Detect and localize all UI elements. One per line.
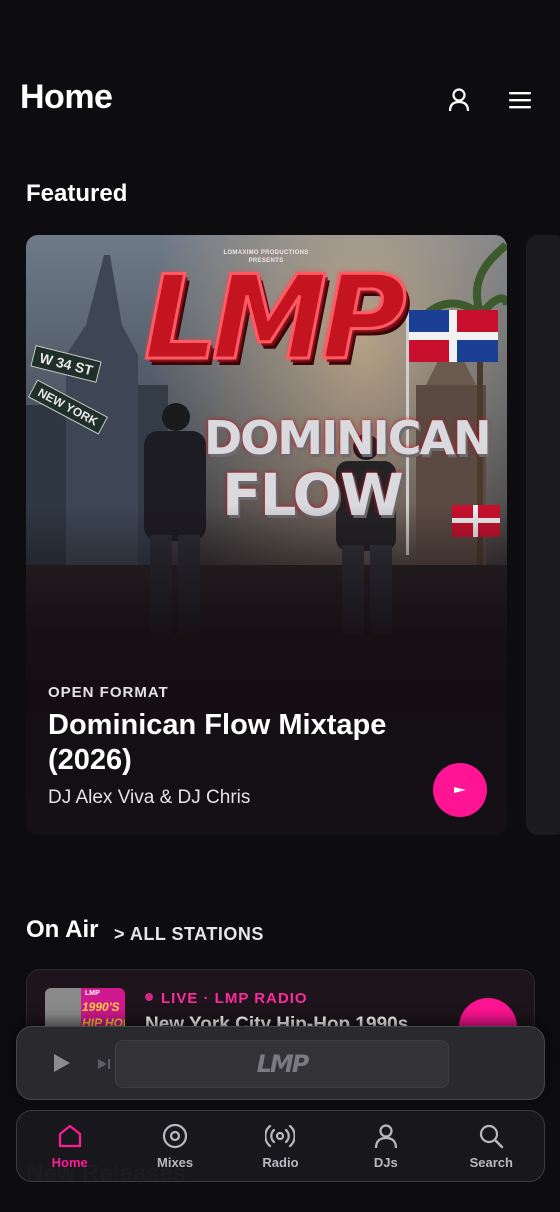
artwork-logo: LMP: [142, 250, 407, 388]
featured-heading: Featured: [26, 180, 128, 207]
mini-player[interactable]: LMP: [16, 1026, 545, 1100]
card-artist: DJ Alex Viva & DJ Chris: [48, 787, 251, 808]
nav-djs[interactable]: DJs: [336, 1123, 436, 1170]
on-air-heading: On Air: [26, 916, 99, 943]
disc-icon: [162, 1123, 188, 1148]
nav-mixes[interactable]: Mixes: [125, 1123, 225, 1170]
artwork-title-line1: DOMINICAN: [204, 411, 492, 465]
live-dot-icon: [145, 993, 153, 1001]
radio-broadcast-icon: [265, 1124, 296, 1147]
mini-next-button[interactable]: [97, 1057, 111, 1075]
play-icon: [54, 1054, 70, 1072]
mini-play-button[interactable]: [53, 1053, 71, 1078]
nav-radio-label: Radio: [262, 1154, 299, 1170]
search-icon: [480, 1124, 504, 1148]
home-icon: [58, 1124, 81, 1147]
nav-radio[interactable]: Radio: [230, 1123, 330, 1170]
page-title: Home: [20, 78, 113, 116]
card-title: Dominican Flow Mixtape (2026): [48, 709, 387, 776]
nav-home-label: Home: [51, 1154, 88, 1170]
play-icon: [454, 787, 466, 793]
all-stations-link[interactable]: > ALL STATIONS: [114, 924, 264, 945]
user-icon: [448, 88, 470, 112]
profile-button[interactable]: [445, 86, 473, 114]
mini-player-display: LMP: [115, 1040, 449, 1088]
menu-button[interactable]: [506, 86, 534, 114]
next-featured-card[interactable]: [526, 235, 560, 835]
hamburger-menu-icon: [509, 92, 531, 109]
station-live-label: LIVE · LMP RADIO: [145, 990, 308, 1007]
nav-home[interactable]: Home: [20, 1123, 120, 1170]
nav-mixes-label: Mixes: [157, 1154, 194, 1170]
card-category: OPEN FORMAT: [48, 684, 169, 701]
skip-next-icon: [98, 1059, 110, 1069]
featured-card[interactable]: LOMAXIMO PRODUCTIONS PRESENTS LMP DOMINI…: [26, 235, 507, 835]
nav-djs-label: DJs: [373, 1154, 398, 1170]
bottom-navigation: Home Mixes Radio DJs Search: [16, 1110, 545, 1182]
home-screen: Home Featured LOMAXIMO PRODUCTIONS PRESE…: [0, 0, 560, 1212]
nav-search[interactable]: Search: [441, 1123, 541, 1170]
nav-search-label: Search: [469, 1154, 513, 1170]
mini-player-logo: LMP: [256, 1050, 310, 1078]
user-icon: [374, 1123, 397, 1148]
play-button[interactable]: [433, 763, 487, 817]
